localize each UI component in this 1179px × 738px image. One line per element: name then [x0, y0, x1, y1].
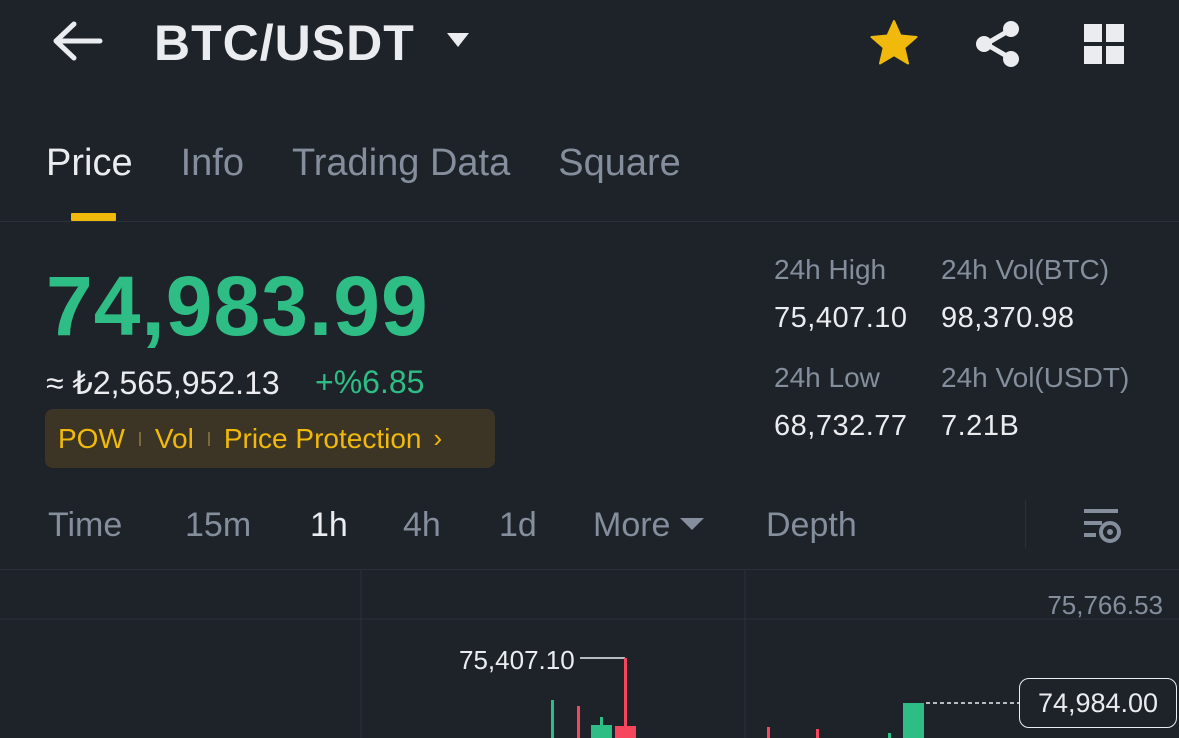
interval-time[interactable]: Time — [48, 506, 122, 545]
interval-1d[interactable]: 1d — [499, 506, 537, 545]
tag-separator — [207, 431, 210, 446]
stat-low-label: 24h Low — [774, 362, 880, 393]
candle — [888, 733, 891, 738]
tag-separator — [138, 431, 141, 446]
tab-square[interactable]: Square — [558, 142, 681, 192]
candle — [903, 703, 924, 738]
candle — [767, 727, 770, 738]
stat-vol-usdt-value: 7.21B — [941, 410, 1020, 442]
chart-settings-icon[interactable] — [1082, 505, 1124, 545]
fiat-price: ≈ ₺2,565,952.13 — [46, 365, 280, 401]
interval-1h[interactable]: 1h — [310, 506, 348, 545]
tab-bar: Price Info Trading Data Square — [46, 142, 681, 192]
divider — [1025, 500, 1026, 548]
divider — [0, 221, 1179, 222]
tab-price[interactable]: Price — [46, 142, 133, 192]
candle — [615, 726, 636, 738]
star-icon[interactable] — [868, 18, 920, 70]
tag-bar[interactable]: POW Vol Price Protection › — [45, 409, 495, 468]
back-arrow-icon[interactable] — [48, 18, 104, 64]
tag-pow[interactable]: POW — [58, 423, 125, 455]
current-price-label[interactable]: 74,984.00 — [1019, 678, 1177, 728]
tag-price-protection[interactable]: Price Protection — [224, 423, 422, 455]
tag-vol[interactable]: Vol — [155, 423, 194, 455]
stat-low-value: 68,732.77 — [774, 410, 908, 442]
tab-trading-data[interactable]: Trading Data — [292, 142, 510, 192]
caret-down-icon — [680, 518, 705, 531]
chevron-right-icon: › — [433, 423, 443, 453]
price-change-percent: +%6.85 — [315, 364, 425, 400]
share-icon[interactable] — [972, 18, 1024, 70]
candle — [816, 729, 819, 738]
stat-vol-usdt-label: 24h Vol(USDT) — [941, 362, 1130, 393]
grid-icon[interactable] — [1080, 20, 1128, 68]
stat-vol-btc-label: 24h Vol(BTC) — [941, 254, 1110, 285]
caret-down-icon[interactable] — [446, 30, 470, 50]
interval-15m[interactable]: 15m — [185, 506, 251, 545]
pair-title[interactable]: BTC/USDT — [154, 14, 415, 72]
interval-4h[interactable]: 4h — [403, 506, 441, 545]
candle — [591, 725, 612, 738]
high-marker-label: 75,407.10 — [459, 645, 575, 675]
interval-more-label: More — [593, 506, 671, 544]
interval-more[interactable]: More — [593, 506, 705, 545]
active-tab-indicator — [71, 213, 116, 221]
stat-high-value: 75,407.10 — [774, 302, 908, 334]
interval-bar: Time 15m 1h 4h 1d More Depth — [48, 506, 1028, 550]
candle — [551, 700, 554, 738]
interval-depth[interactable]: Depth — [766, 506, 857, 545]
axis-high-label: 75,766.53 — [1047, 590, 1163, 620]
tab-info[interactable]: Info — [181, 142, 244, 192]
candle — [577, 706, 580, 738]
candlestick-chart[interactable] — [0, 570, 1179, 738]
last-price: 74,983.99 — [46, 259, 429, 353]
stat-vol-btc-value: 98,370.98 — [941, 302, 1075, 334]
stat-high-label: 24h High — [774, 254, 887, 285]
